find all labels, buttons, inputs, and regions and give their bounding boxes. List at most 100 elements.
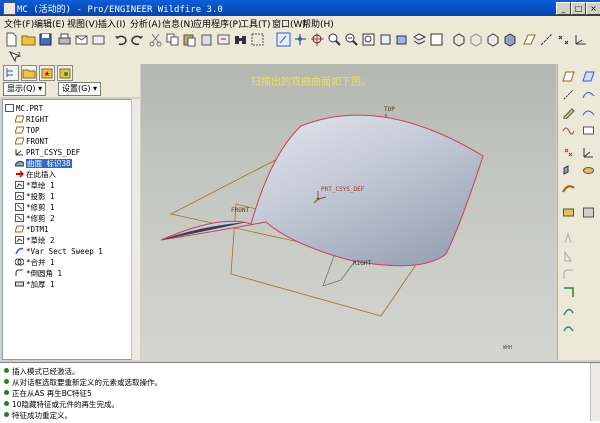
view-manager-icon[interactable] — [429, 32, 444, 47]
analysis-tool-icon[interactable] — [582, 124, 595, 137]
tree-item-front[interactable]: FRONT — [14, 136, 49, 147]
curve-tool-icon[interactable] — [562, 124, 575, 137]
tree-item-label: *修剪 2 — [26, 214, 55, 223]
repaint-icon[interactable] — [276, 32, 291, 47]
menu-info[interactable]: 信息(N) — [162, 17, 194, 30]
reorient-icon[interactable] — [378, 32, 393, 47]
open-folder-icon[interactable] — [21, 32, 36, 47]
hidden-line-icon[interactable] — [468, 32, 483, 47]
menu-help[interactable]: 帮助(H) — [302, 17, 334, 30]
window-title: MC (活动的) - Pro/ENGINEER Wildfire 3.0 — [17, 5, 223, 15]
tree-item-trim-1[interactable]: *修剪 1 — [15, 202, 55, 213]
paste-special-icon[interactable] — [199, 32, 214, 47]
tree-item-merge-1[interactable]: *合并 1 — [14, 257, 55, 268]
tree-item-trim-2[interactable]: *修剪 2 — [15, 213, 55, 224]
context-help-icon[interactable]: ? — [8, 50, 23, 65]
datum-point-tool-icon[interactable] — [562, 146, 575, 159]
connections-tab-icon[interactable] — [57, 65, 73, 81]
regenerate-icon[interactable] — [216, 32, 231, 47]
revolve-tool-icon[interactable] — [582, 164, 595, 177]
email-icon[interactable] — [74, 32, 89, 47]
select-box-icon[interactable] — [250, 32, 265, 47]
tree-item-surface-selected[interactable]: 曲面 标识38 — [14, 158, 72, 169]
wireframe-icon[interactable] — [451, 32, 466, 47]
menu-window[interactable]: 窗口(W) — [272, 17, 306, 30]
merge-tool-icon[interactable] — [562, 322, 575, 335]
layers-icon[interactable] — [412, 32, 427, 47]
model-tree-tab-icon[interactable] — [3, 65, 19, 81]
datum-axis-tool-icon[interactable] — [562, 88, 575, 101]
redo-icon[interactable] — [130, 32, 145, 47]
maximize-button[interactable]: □ — [571, 2, 586, 15]
close-button[interactable]: × — [586, 2, 600, 15]
zoom-out-icon[interactable] — [344, 32, 359, 47]
copy-icon[interactable] — [165, 32, 180, 47]
print-icon[interactable] — [57, 32, 72, 47]
mirror-tool-icon[interactable] — [562, 304, 575, 317]
minimize-button[interactable]: _ — [556, 2, 571, 15]
menu-view[interactable]: 视图(V) — [67, 17, 98, 30]
info-bullet-icon — [4, 379, 9, 384]
saved-views-icon[interactable] — [395, 32, 410, 47]
sweep-tool-icon[interactable] — [562, 182, 575, 195]
csys-toggle-icon[interactable] — [573, 32, 588, 47]
tree-item-csys[interactable]: PRT_CSYS_DEF — [15, 147, 80, 158]
menu-analysis[interactable]: 分析(A) — [130, 17, 161, 30]
hole-tool-icon[interactable] — [562, 206, 575, 219]
model-tree-scrollbar[interactable] — [131, 99, 140, 360]
folder-browser-tab-icon[interactable] — [21, 65, 37, 81]
tree-item-right[interactable]: RIGHT — [14, 114, 49, 125]
datum-planes-toggle-icon[interactable] — [522, 32, 537, 47]
menu-insert[interactable]: 插入(I) — [98, 17, 126, 30]
thicken-icon — [15, 280, 24, 288]
tree-item-thicken-1[interactable]: *加厚 1 — [15, 279, 55, 290]
paste-icon[interactable] — [182, 32, 197, 47]
tree-item-round-1[interactable]: *倒圆角 1 — [15, 268, 62, 279]
menu-applications[interactable]: 应用程序(P) — [193, 17, 241, 30]
menu-tools[interactable]: 工具(T) — [240, 17, 271, 30]
tree-item-top[interactable]: TOP — [14, 125, 40, 136]
new-file-icon[interactable] — [4, 32, 19, 47]
shell-tool-icon[interactable] — [582, 206, 595, 219]
csys-tool-icon[interactable] — [582, 146, 595, 159]
rib-tool-icon[interactable] — [562, 232, 575, 245]
find-icon[interactable] — [233, 32, 248, 47]
tree-item-root[interactable]: MC.PRT — [5, 103, 43, 114]
shading-icon[interactable] — [502, 32, 517, 47]
favorites-tab-icon[interactable] — [39, 65, 55, 81]
email-link-icon[interactable] — [91, 32, 106, 47]
undo-icon[interactable] — [113, 32, 128, 47]
message-scrollbar[interactable] — [590, 363, 600, 421]
pattern-tool-icon[interactable] — [562, 286, 575, 299]
refit-icon[interactable] — [361, 32, 376, 47]
spin-center-icon[interactable] — [310, 32, 325, 47]
save-icon[interactable] — [38, 32, 53, 47]
datum-axes-toggle-icon[interactable] — [539, 32, 554, 47]
datum-curve-tool-icon[interactable] — [582, 88, 595, 101]
tree-item-sketch-2[interactable]: *草绘 2 — [15, 235, 55, 246]
tree-item-var-sect-sweep[interactable]: *Var Sect Sweep 1 — [15, 246, 103, 257]
draft-tool-icon[interactable] — [562, 250, 575, 263]
orient-mode-icon[interactable] — [293, 32, 308, 47]
sketch-tool-icon[interactable] — [562, 106, 575, 119]
app-icon[interactable] — [3, 2, 16, 15]
tree-item-projection-1[interactable]: *投影 1 — [15, 191, 55, 202]
graphics-window[interactable]: 扫描出的双曲曲面如下图。 TOP PRT_CSYS_DEF FRONT RIGH… — [141, 64, 556, 360]
no-hidden-icon[interactable] — [485, 32, 500, 47]
sketch-tool-2-icon[interactable] — [582, 106, 595, 119]
menu-edit[interactable]: 编辑(E) — [34, 17, 65, 30]
tree-item-insert-here[interactable]: 在此插入 — [15, 169, 56, 180]
show-dropdown[interactable]: 显示(Q) ▾ — [3, 82, 47, 96]
datum-plane-tool-2-icon[interactable] — [582, 70, 595, 83]
round-tool-icon[interactable] — [562, 268, 575, 281]
tree-item-label: PRT_CSYS_DEF — [26, 148, 81, 157]
menu-file[interactable]: 文件(F) — [4, 17, 34, 30]
datum-plane-tool-icon[interactable] — [562, 70, 575, 83]
zoom-in-icon[interactable] — [327, 32, 342, 47]
cut-icon[interactable] — [148, 32, 163, 47]
datum-points-toggle-icon[interactable] — [556, 32, 571, 47]
extrude-tool-icon[interactable] — [562, 164, 575, 177]
tree-item-dtm1[interactable]: *DTM1 — [14, 224, 49, 235]
tree-item-sketch-1[interactable]: *草绘 1 — [15, 180, 55, 191]
settings-dropdown[interactable]: 设置(G) ▾ — [58, 82, 101, 96]
